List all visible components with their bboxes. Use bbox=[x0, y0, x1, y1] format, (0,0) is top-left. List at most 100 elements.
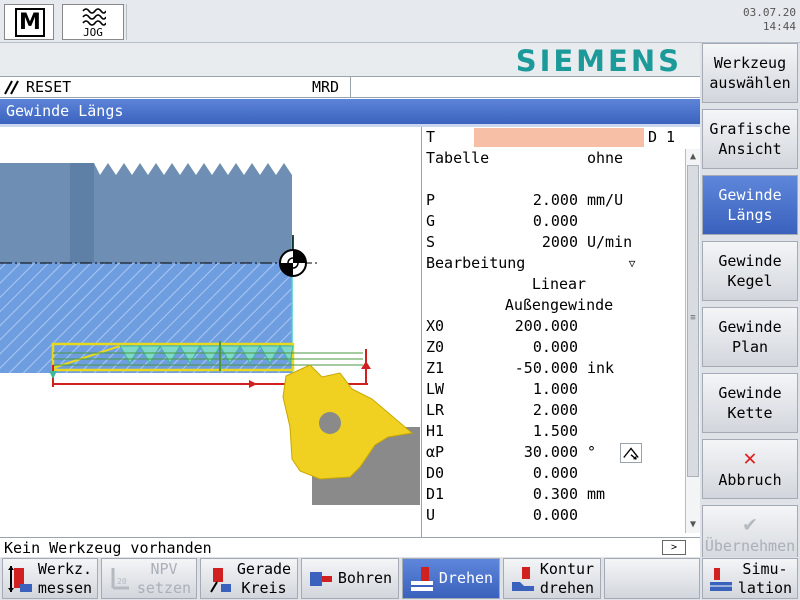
logo-row: SIEMENS bbox=[0, 43, 700, 78]
cancel-icon: ✕ bbox=[743, 446, 757, 471]
param-row-p: P 2.000 mm/U bbox=[422, 190, 684, 211]
param-input-s[interactable]: 2000 bbox=[474, 233, 580, 252]
siemens-logo: SIEMENS bbox=[515, 44, 682, 78]
gewinde-plan-button[interactable]: Gewinde Plan bbox=[702, 307, 798, 367]
param-input-p[interactable]: 2.000 bbox=[474, 191, 580, 210]
empty-softkey[interactable] bbox=[604, 558, 700, 599]
scroll-down-icon[interactable]: ▼ bbox=[687, 518, 699, 532]
param-label: Z1 bbox=[426, 359, 445, 377]
machine-icon: M bbox=[15, 8, 45, 37]
thread-cutting-illustration bbox=[0, 163, 420, 505]
channel-status-row: RESET MRD bbox=[0, 76, 700, 98]
aussengewinde-select[interactable]: Außengewinde bbox=[474, 296, 644, 315]
bohren-button[interactable]: Bohren bbox=[301, 558, 399, 599]
param-row-lw: LW 1.000 bbox=[422, 379, 684, 400]
message-more-button[interactable]: > bbox=[662, 540, 686, 555]
param-input-d1[interactable]: 0.300 bbox=[474, 485, 580, 504]
time: 14:44 bbox=[762, 20, 796, 33]
jog-wave-icon bbox=[82, 8, 106, 26]
param-row-h1: H1 1.500 bbox=[422, 421, 684, 442]
message-line: Kein Werkzeug vorhanden > bbox=[0, 537, 700, 557]
param-row-u: U 0.000 bbox=[422, 505, 684, 526]
param-input-z0[interactable]: 0.000 bbox=[474, 338, 580, 357]
param-input-u[interactable]: 0.000 bbox=[474, 506, 580, 525]
werkzeug-auswaehlen-button[interactable]: Werkzeug auswählen bbox=[702, 43, 798, 103]
svg-text:20: 20 bbox=[117, 577, 127, 586]
datetime: 03.07.20 14:44 bbox=[743, 6, 796, 34]
param-row-t: T D 1 bbox=[422, 127, 684, 148]
param-row-d1: D1 0.300 mm bbox=[422, 484, 684, 505]
tool-measure-icon bbox=[7, 565, 32, 592]
scroll-thumb[interactable]: ≡ bbox=[687, 165, 699, 477]
param-input-x0[interactable]: 200.000 bbox=[474, 317, 580, 336]
param-label: D0 bbox=[426, 464, 445, 482]
channel-state-reset: RESET bbox=[26, 78, 72, 96]
param-label-tabelle: Tabelle bbox=[426, 149, 490, 167]
param-row-aussengewinde: Außengewinde bbox=[422, 295, 684, 316]
scroll-up-icon[interactable]: ▲ bbox=[687, 150, 699, 164]
param-label: X0 bbox=[426, 317, 445, 335]
param-label: D1 bbox=[426, 485, 445, 503]
machine-area-button[interactable]: M bbox=[4, 4, 54, 40]
param-row-alpha-p: αP 30.000 ° bbox=[422, 442, 684, 463]
npv-setzen-button[interactable]: 20 NPV setzen bbox=[101, 558, 197, 599]
tabelle-select[interactable]: ohne bbox=[528, 149, 682, 168]
simulation-button[interactable]: Simu- lation bbox=[702, 558, 798, 599]
zero-offset-icon: 20 bbox=[111, 567, 129, 589]
flank-angle-icon[interactable] bbox=[620, 443, 642, 463]
gerade-kreis-button[interactable]: Gerade Kreis bbox=[200, 558, 298, 599]
param-label: S bbox=[426, 233, 436, 251]
top-bar: M JOG 03.07.20 14:44 bbox=[0, 0, 800, 43]
checkmark-icon: ✔ bbox=[743, 512, 757, 537]
reset-slash-icon bbox=[3, 80, 21, 95]
param-input-g[interactable]: 0.000 bbox=[474, 212, 580, 231]
thread-help-graphic bbox=[0, 127, 420, 537]
abbruch-button[interactable]: ✕ Abbruch bbox=[702, 439, 798, 499]
linear-select[interactable]: Linear bbox=[474, 275, 644, 294]
drehen-button[interactable]: Drehen bbox=[402, 558, 500, 599]
werkzeug-messen-button[interactable]: Werkz. messen bbox=[2, 558, 98, 599]
param-unit-ink[interactable]: ink bbox=[587, 359, 614, 378]
parameter-panel: T D 1 Tabelle ohne P 2.000 mm/U G 0.000 … bbox=[421, 127, 700, 537]
cutting-edge-d: D 1 bbox=[648, 128, 676, 146]
drill-icon bbox=[309, 571, 332, 586]
param-unit: mm bbox=[587, 485, 606, 503]
kontur-drehen-button[interactable]: Kontur drehen bbox=[503, 558, 601, 599]
param-label: U bbox=[426, 506, 436, 524]
param-row-linear: Linear bbox=[422, 274, 684, 295]
param-input-d0[interactable]: 0.000 bbox=[474, 464, 580, 483]
gewinde-kette-button[interactable]: Gewinde Kette bbox=[702, 373, 798, 433]
param-input-h1[interactable]: 1.500 bbox=[474, 422, 580, 441]
param-row-bearbeitung: Bearbeitung ▽ bbox=[422, 253, 684, 274]
grafische-ansicht-button[interactable]: Grafische Ansicht bbox=[702, 109, 798, 169]
param-label: αP bbox=[426, 443, 445, 461]
param-row-d0: D0 0.000 bbox=[422, 463, 684, 484]
param-unit: mm/U bbox=[587, 191, 624, 209]
param-input-alpha-p[interactable]: 30.000 bbox=[474, 443, 580, 462]
tool-input[interactable] bbox=[474, 128, 644, 147]
param-label-bearbeitung: Bearbeitung bbox=[426, 254, 526, 272]
simulation-icon bbox=[709, 567, 732, 591]
uebernehmen-button[interactable]: ✔ Übernehmen bbox=[702, 505, 798, 565]
dialog-title: Gewinde Längs bbox=[0, 99, 700, 124]
param-label: Z0 bbox=[426, 338, 445, 356]
param-unit: ° bbox=[587, 443, 597, 461]
param-row-z1: Z1 -50.000 ink bbox=[422, 358, 684, 379]
param-label: H1 bbox=[426, 422, 445, 440]
param-unit: U/min bbox=[587, 233, 633, 251]
jog-mode-indicator[interactable]: JOG bbox=[62, 4, 124, 40]
param-row-s: S 2000 U/min bbox=[422, 232, 684, 253]
param-input-z1[interactable]: -50.000 bbox=[474, 359, 580, 378]
parameter-scrollbar[interactable]: ▲ ≡ ▼ bbox=[685, 149, 700, 533]
vertical-softkey-bar: Werkzeug auswählen Grafische Ansicht Gew… bbox=[700, 43, 800, 565]
message-text: Kein Werkzeug vorhanden bbox=[4, 539, 212, 557]
param-input-lr[interactable]: 2.000 bbox=[474, 401, 580, 420]
bearbeitung-dropdown[interactable]: ▽ bbox=[582, 254, 682, 273]
program-state-mrd: MRD bbox=[312, 78, 340, 96]
param-input-lw[interactable]: 1.000 bbox=[474, 380, 580, 399]
date: 03.07.20 bbox=[743, 6, 796, 19]
param-row-x0: X0 200.000 bbox=[422, 316, 684, 337]
grip-icon: ≡ bbox=[690, 313, 696, 323]
gewinde-kegel-button[interactable]: Gewinde Kegel bbox=[702, 241, 798, 301]
gewinde-laengs-button[interactable]: Gewinde Längs bbox=[702, 175, 798, 235]
